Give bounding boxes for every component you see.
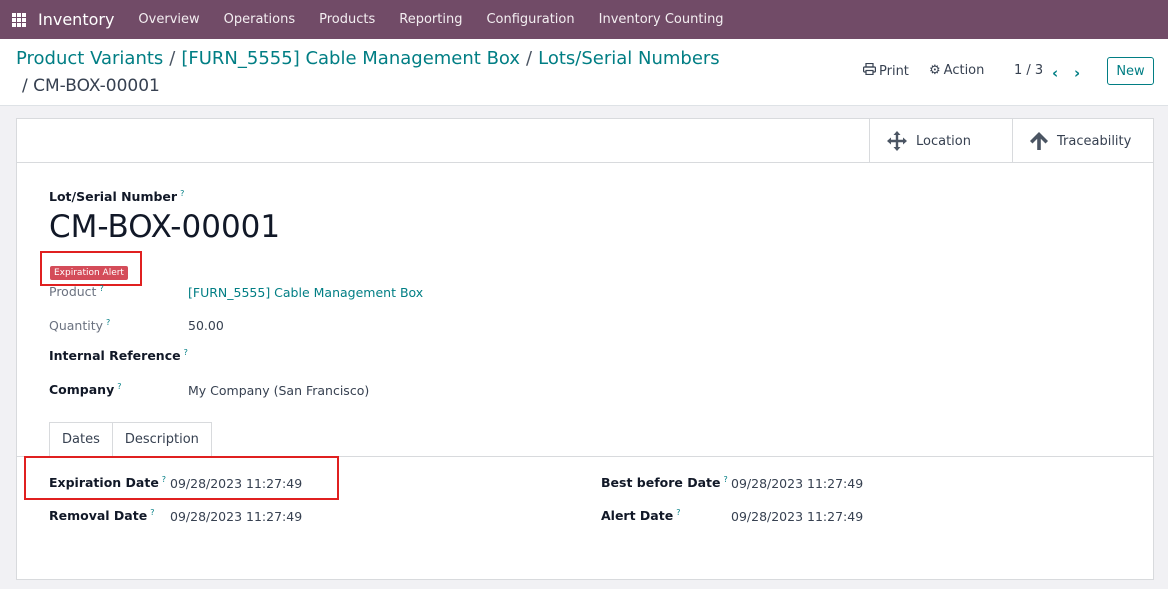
breadcrumb-separator: / [169,48,176,69]
removal-date-value[interactable]: 09/28/2023 11:27:49 [170,509,302,524]
main-menu: Overview Operations Products Reporting C… [126,12,735,27]
menu-item-overview[interactable]: Overview [126,12,211,27]
help-icon[interactable]: ? [99,284,103,293]
quantity-value: 50.00 [188,318,224,333]
expiration-date-value[interactable]: 09/28/2023 11:27:49 [170,476,302,491]
notebook-tabs: Dates Description [49,422,212,457]
help-icon[interactable]: ? [150,508,154,517]
menu-item-configuration[interactable]: Configuration [474,12,586,27]
move-arrows-icon [886,130,908,152]
company-label: Company? [49,382,122,397]
app-name[interactable]: Inventory [38,10,114,29]
help-icon[interactable]: ? [106,318,110,327]
help-icon[interactable]: ? [180,189,184,198]
product-label: Product? [49,284,104,299]
action-button[interactable]: ⚙ Action [929,63,984,78]
company-value[interactable]: My Company (San Francisco) [188,383,369,398]
action-label: Action [943,63,985,78]
form-sheet: Location Traceability Lot/Serial Number?… [16,118,1154,580]
highlight-box-badge [40,251,142,286]
breadcrumb-separator: / [22,76,28,96]
print-button[interactable]: Print [863,62,909,79]
help-icon[interactable]: ? [723,475,727,484]
expiration-date-label: Expiration Date? [49,475,167,490]
chevron-left-icon[interactable]: ‹ [1052,64,1058,82]
breadcrumb-separator: / [526,48,533,69]
alert-date-label: Alert Date? [601,508,681,523]
apps-menu-icon[interactable] [0,0,38,39]
lot-serial-label: Lot/Serial Number? [49,189,185,204]
best-before-date-label: Best before Date? [601,475,728,490]
help-icon[interactable]: ? [676,508,680,517]
product-link[interactable]: [FURN_5555] Cable Management Box [188,285,423,300]
menu-item-products[interactable]: Products [307,12,387,27]
arrow-up-icon [1029,131,1049,151]
quantity-label: Quantity? [49,318,111,333]
removal-date-label: Removal Date? [49,508,155,523]
gear-icon: ⚙ [929,63,941,78]
breadcrumb-lots[interactable]: Lots/Serial Numbers [538,48,720,69]
breadcrumb-product[interactable]: [FURN_5555] Cable Management Box [181,48,520,69]
menu-item-operations[interactable]: Operations [212,12,307,27]
breadcrumb-current-row: / CM-BOX-00001 [22,76,160,96]
print-icon [863,62,877,79]
location-label: Location [916,133,971,149]
chevron-right-icon[interactable]: › [1074,64,1080,82]
help-icon[interactable]: ? [162,475,166,484]
alert-date-value[interactable]: 09/28/2023 11:27:49 [731,509,863,524]
print-label: Print [879,63,909,79]
top-navbar: Inventory Overview Operations Products R… [0,0,1168,39]
best-before-date-value[interactable]: 09/28/2023 11:27:49 [731,476,863,491]
internal-reference-field[interactable] [188,343,488,367]
location-button[interactable]: Location [869,119,1012,163]
menu-item-reporting[interactable]: Reporting [387,12,474,27]
traceability-label: Traceability [1057,133,1132,149]
lot-serial-title[interactable]: CM-BOX-00001 [49,209,280,245]
menu-item-inventory-counting[interactable]: Inventory Counting [587,12,736,27]
breadcrumb: Product Variants / [FURN_5555] Cable Manag… [16,48,720,69]
traceability-button[interactable]: Traceability [1012,119,1153,163]
control-panel: Product Variants / [FURN_5555] Cable Manag… [0,39,1168,106]
pager-value[interactable]: 1 / 3 [1014,63,1043,78]
new-button[interactable]: New [1107,57,1154,85]
breadcrumb-product-variants[interactable]: Product Variants [16,48,163,69]
internal-reference-label: Internal Reference? [49,348,188,363]
tab-dates[interactable]: Dates [49,422,113,457]
help-icon[interactable]: ? [117,382,121,391]
breadcrumb-current: CM-BOX-00001 [33,76,160,96]
tab-description[interactable]: Description [111,422,212,457]
smart-button-bar: Location Traceability [17,119,1153,163]
